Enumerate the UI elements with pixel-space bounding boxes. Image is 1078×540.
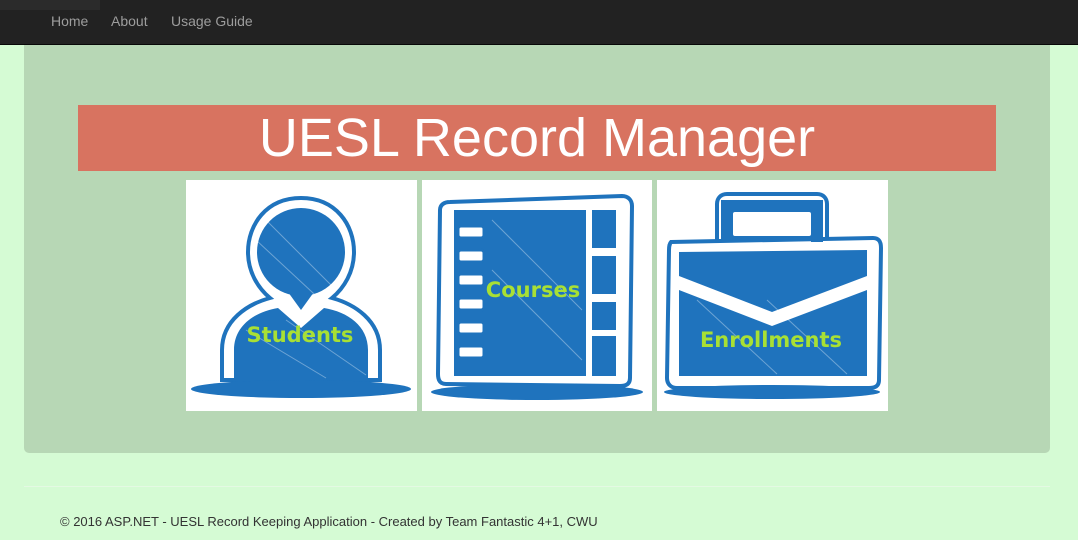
students-tile-button[interactable]: Students <box>186 180 417 411</box>
courses-tile-label: Courses <box>485 278 581 302</box>
nav-about-link[interactable]: About <box>111 13 148 29</box>
nav-home-link[interactable]: Home <box>51 13 88 29</box>
top-navbar: Home About Usage Guide <box>0 0 1078 45</box>
navbar-brand-ghost <box>0 0 100 10</box>
page-title: UESL Record Manager <box>78 105 996 171</box>
students-tile-label: Students <box>246 323 354 347</box>
briefcase-icon <box>664 192 884 399</box>
enrollments-tile-button[interactable]: Enrollments <box>657 180 888 411</box>
footer-copyright: © 2016 ASP.NET - UESL Record Keeping App… <box>60 514 598 529</box>
footer-divider <box>24 486 1050 487</box>
student-icon <box>191 195 411 398</box>
courses-tile-button[interactable]: Courses <box>422 180 652 411</box>
nav-usage-guide-link[interactable]: Usage Guide <box>171 13 253 29</box>
enrollments-tile-label: Enrollments <box>699 328 843 352</box>
